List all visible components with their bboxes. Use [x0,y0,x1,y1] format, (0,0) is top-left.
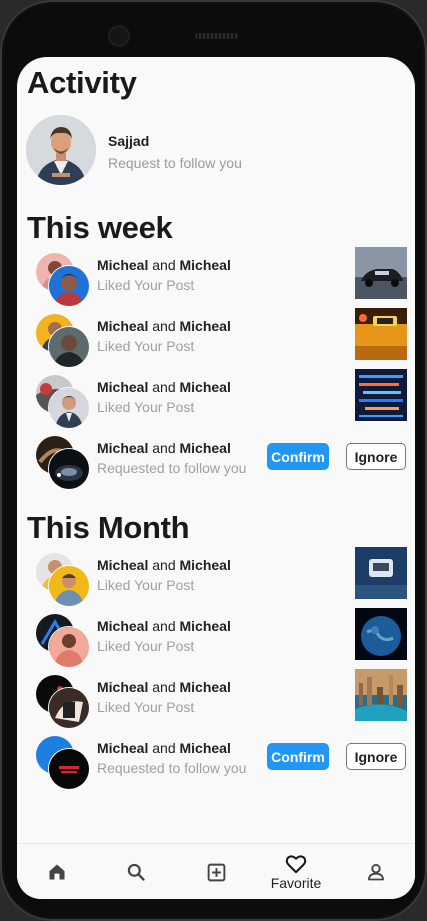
nav-home[interactable] [41,844,73,899]
requester-avatar[interactable] [26,115,96,185]
activity-text: Micheal and Micheal [97,318,231,334]
activity-action: Liked Your Post [97,277,195,293]
avatar [48,626,90,668]
confirm-button[interactable]: Confirm [267,743,329,770]
follow-request-row[interactable]: Micheal and Micheal Requested to follow … [17,436,415,492]
user-name[interactable]: Micheal [97,257,148,273]
activity-action: Liked Your Post [97,699,195,715]
avatar [48,326,90,368]
ignore-button[interactable]: Ignore [346,743,406,770]
post-thumbnail[interactable] [355,247,407,299]
user-name[interactable]: Micheal [97,440,148,456]
avatar [48,387,90,429]
section-heading-this-week: This week [27,210,173,245]
avatar [48,565,90,607]
user-name[interactable]: Micheal [97,318,148,334]
app-screen: Activity Sajjad Request to follow you Th… [17,57,415,899]
phone-frame: Activity Sajjad Request to follow you Th… [0,0,427,921]
avatar [48,265,90,307]
avatar-stack [36,375,90,429]
activity-text: Micheal and Micheal [97,618,231,634]
nav-favorite[interactable]: Favorite [265,844,327,899]
nav-add-post[interactable] [200,844,232,899]
activity-action: Liked Your Post [97,638,195,654]
front-camera [110,27,128,45]
activity-row[interactable]: Micheal and Micheal Liked Your Post [17,247,415,309]
activity-text: Micheal and Micheal [97,379,231,395]
user-name[interactable]: Micheal [97,379,148,395]
activity-row[interactable]: Micheal and Micheal Liked Your Post [17,669,415,731]
activity-text: Micheal and Micheal [97,740,231,756]
requester-subtitle: Request to follow you [108,155,242,171]
user-name[interactable]: Micheal [97,557,148,573]
avatar [48,448,90,490]
user-name[interactable]: Micheal [97,618,148,634]
confirm-button[interactable]: Confirm [267,443,329,470]
user-name[interactable]: Micheal [180,740,231,756]
post-thumbnail[interactable] [355,369,407,421]
user-name[interactable]: Micheal [180,318,231,334]
user-name[interactable]: Micheal [180,257,231,273]
nav-favorite-label: Favorite [270,874,322,891]
profile-icon [368,864,384,881]
avatar-stack [36,736,90,790]
ignore-button[interactable]: Ignore [346,443,406,470]
avatar-stack [36,553,90,607]
user-name[interactable]: Micheal [180,618,231,634]
post-thumbnail[interactable] [355,308,407,360]
avatar-stack [36,614,90,668]
nav-profile[interactable] [360,844,392,899]
follow-request-row[interactable]: Micheal and Micheal Requested to follow … [17,736,415,792]
section-heading-this-month: This Month [27,510,190,545]
post-thumbnail[interactable] [355,669,407,721]
requester-name[interactable]: Sajjad [108,133,149,149]
avatar-stack [36,675,90,729]
earpiece-speaker [195,33,239,39]
activity-action: Liked Your Post [97,338,195,354]
home-icon [49,864,65,880]
post-thumbnail[interactable] [355,547,407,599]
activity-row[interactable]: Micheal and Micheal Liked Your Post [17,608,415,670]
activity-text: Micheal and Micheal [97,557,231,573]
activity-action: Requested to follow you [97,760,247,776]
user-name[interactable]: Micheal [180,440,231,456]
search-icon [127,863,145,881]
activity-action: Requested to follow you [97,460,247,476]
activity-text: Micheal and Micheal [97,257,231,273]
activity-text: Micheal and Micheal [97,440,231,456]
avatar-stack [36,436,90,490]
user-name[interactable]: Micheal [97,679,148,695]
activity-action: Liked Your Post [97,399,195,415]
user-name[interactable]: Micheal [97,740,148,756]
activity-text: Micheal and Micheal [97,679,231,695]
activity-row[interactable]: Micheal and Micheal Liked Your Post [17,369,415,431]
add-post-icon [207,863,225,881]
avatar-stack [36,253,90,307]
user-name[interactable]: Micheal [180,679,231,695]
post-thumbnail[interactable] [355,608,407,660]
activity-row[interactable]: Micheal and Micheal Liked Your Post [17,308,415,370]
nav-search[interactable] [120,844,152,899]
user-name[interactable]: Micheal [180,379,231,395]
avatar [48,748,90,790]
activity-row[interactable]: Micheal and Micheal Liked Your Post [17,547,415,609]
avatar [48,687,90,729]
heart-icon [285,854,307,873]
user-name[interactable]: Micheal [180,557,231,573]
page-title: Activity [27,65,137,100]
activity-action: Liked Your Post [97,577,195,593]
bottom-navigation: Favorite [17,843,415,899]
avatar-stack [36,314,90,368]
